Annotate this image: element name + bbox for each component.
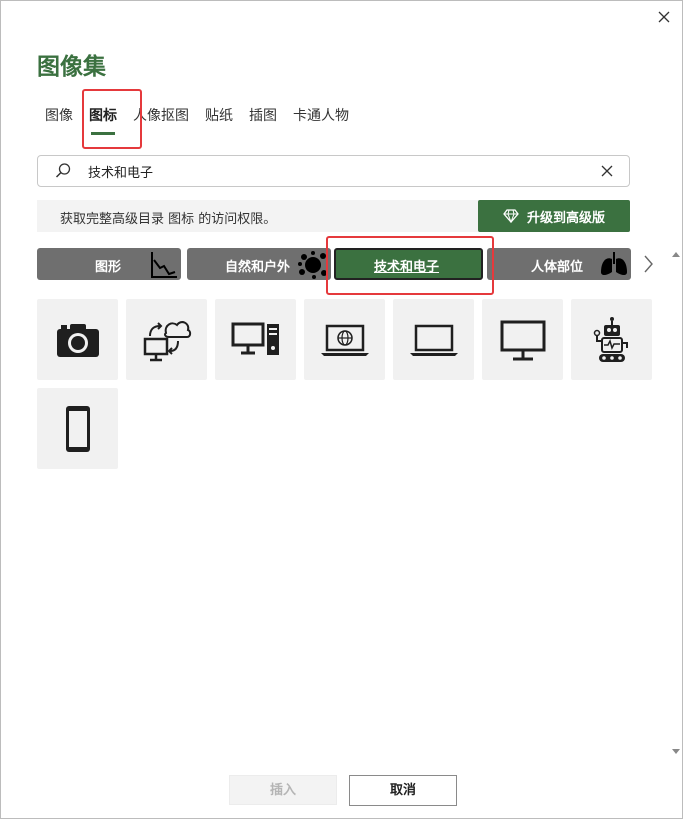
icon-tile-monitor[interactable] bbox=[482, 299, 563, 380]
monitor-icon bbox=[500, 320, 546, 361]
icon-tile-camera[interactable] bbox=[37, 299, 118, 380]
category-bar: 图形 自然和户外 技术和电子 人体部位 bbox=[37, 248, 631, 280]
icon-collection-dialog: 图像集 图像 图标 人像抠图 贴纸 插图 卡通人物 获取完整高级目录 图标 的访… bbox=[0, 0, 683, 819]
tab-illustrations[interactable]: 插图 bbox=[241, 99, 285, 137]
search-icon bbox=[55, 163, 71, 178]
icon-tile-laptop[interactable] bbox=[393, 299, 474, 380]
search-input[interactable] bbox=[86, 160, 590, 182]
icon-tile-laptop-globe[interactable] bbox=[304, 299, 385, 380]
premium-banner: 获取完整高级目录 图标 的访问权限。 升级到高级版 bbox=[37, 200, 630, 232]
upgrade-button[interactable]: 升级到高级版 bbox=[478, 200, 630, 232]
tab-stickers[interactable]: 贴纸 bbox=[197, 99, 241, 137]
chevron-right-icon[interactable] bbox=[641, 253, 655, 275]
upgrade-label: 升级到高级版 bbox=[526, 210, 605, 226]
tab-cutout-people[interactable]: 人像抠图 bbox=[125, 99, 197, 137]
icon-tile-robot[interactable] bbox=[571, 299, 652, 380]
camera-icon bbox=[57, 324, 99, 357]
smartphone-icon bbox=[66, 406, 90, 452]
tab-icons[interactable]: 图标 bbox=[81, 99, 125, 137]
tab-cartoon-people[interactable]: 卡通人物 bbox=[285, 99, 357, 137]
category-label: 人体部位 bbox=[531, 260, 584, 275]
category-nature-outdoors[interactable]: 自然和户外 bbox=[187, 248, 331, 280]
paint-splat-icon bbox=[298, 251, 327, 279]
close-icon[interactable] bbox=[654, 7, 674, 27]
scroll-up-icon[interactable] bbox=[671, 250, 681, 258]
category-shapes[interactable]: 图形 bbox=[37, 248, 181, 280]
icon-tile-cloud-sync[interactable] bbox=[126, 299, 207, 380]
clear-search-icon[interactable] bbox=[599, 163, 615, 179]
desktop-computer-icon bbox=[231, 322, 279, 355]
lungs-icon bbox=[601, 252, 627, 275]
category-tech-electronics[interactable]: 技术和电子 bbox=[334, 248, 483, 280]
scroll-down-icon[interactable] bbox=[671, 748, 681, 756]
category-body-parts[interactable]: 人体部位 bbox=[487, 248, 631, 280]
diamond-icon bbox=[503, 209, 519, 223]
insert-button[interactable]: 插入 bbox=[229, 775, 337, 805]
category-label: 技术和电子 bbox=[374, 260, 440, 275]
tab-images[interactable]: 图像 bbox=[37, 99, 81, 137]
cancel-button[interactable]: 取消 bbox=[349, 775, 457, 806]
chart-decline-icon bbox=[151, 252, 177, 278]
tab-bar: 图像 图标 人像抠图 贴纸 插图 卡通人物 bbox=[37, 99, 357, 137]
category-label: 图形 bbox=[95, 260, 122, 275]
banner-text: 获取完整高级目录 图标 的访问权限。 bbox=[60, 212, 277, 227]
icon-tile-desktop[interactable] bbox=[215, 299, 296, 380]
robot-icon bbox=[593, 317, 628, 362]
dialog-title: 图像集 bbox=[37, 54, 106, 80]
category-label: 自然和户外 bbox=[225, 260, 291, 275]
laptop-globe-icon bbox=[321, 324, 369, 356]
computer-cloud-sync-icon bbox=[143, 321, 192, 362]
icon-tile-smartphone[interactable] bbox=[37, 388, 118, 469]
laptop-icon bbox=[410, 324, 458, 356]
search-box bbox=[37, 155, 630, 187]
